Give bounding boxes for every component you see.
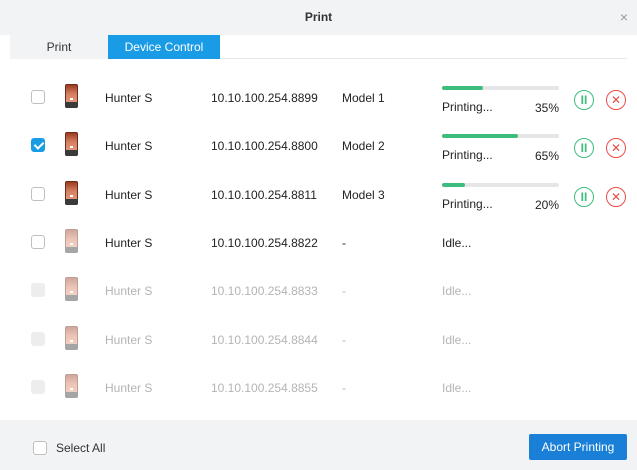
device-name: Hunter S bbox=[105, 188, 153, 202]
printer-device-icon bbox=[65, 181, 78, 205]
device-row[interactable]: Hunter S 10.10.100.254.8833 - Idle... bbox=[0, 267, 637, 315]
tab-bar: Print Device Control bbox=[10, 35, 627, 59]
device-ip: 10.10.100.254.8899 bbox=[211, 91, 318, 105]
select-all-checkbox[interactable] bbox=[33, 441, 47, 455]
device-checkbox[interactable] bbox=[31, 187, 45, 201]
device-model: - bbox=[342, 284, 346, 298]
device-model: - bbox=[342, 381, 346, 395]
progress-fill bbox=[442, 86, 483, 90]
device-name: Hunter S bbox=[105, 381, 153, 395]
title-bar: Print × bbox=[0, 0, 637, 35]
pause-icon[interactable]: II bbox=[574, 187, 594, 207]
tab-print[interactable]: Print bbox=[10, 35, 108, 59]
stop-icon[interactable]: ✕ bbox=[606, 187, 626, 207]
progress-percent: 20% bbox=[534, 198, 559, 212]
printer-device-icon bbox=[65, 277, 78, 301]
device-checkbox bbox=[31, 283, 45, 297]
printer-device-icon bbox=[65, 374, 78, 398]
device-name: Hunter S bbox=[105, 284, 153, 298]
device-status: Idle... bbox=[442, 284, 472, 298]
device-name: Hunter S bbox=[105, 91, 153, 105]
progress-fill bbox=[442, 134, 519, 138]
device-model: - bbox=[342, 236, 346, 250]
device-status: Idle... bbox=[442, 381, 472, 395]
progress-fill bbox=[442, 183, 466, 187]
pause-icon[interactable]: II bbox=[574, 138, 594, 158]
progress-percent: 65% bbox=[534, 149, 559, 163]
device-name: Hunter S bbox=[105, 333, 153, 347]
device-model: Model 3 bbox=[342, 188, 385, 202]
device-ip: 10.10.100.254.8822 bbox=[211, 236, 318, 250]
abort-printing-button[interactable]: Abort Printing bbox=[529, 434, 627, 460]
device-status: Printing... bbox=[442, 197, 493, 211]
printer-device-icon bbox=[65, 84, 78, 108]
device-checkbox[interactable] bbox=[31, 235, 45, 249]
device-row[interactable]: Hunter S 10.10.100.254.8855 - Idle... bbox=[0, 364, 637, 412]
device-row[interactable]: Hunter S 10.10.100.254.8899 Model 1 Printin… bbox=[0, 74, 637, 122]
tab-device-control[interactable]: Device Control bbox=[108, 35, 220, 59]
close-icon[interactable]: × bbox=[617, 10, 631, 24]
device-ip: 10.10.100.254.8811 bbox=[211, 188, 317, 202]
stop-icon[interactable]: ✕ bbox=[606, 138, 626, 158]
device-row[interactable]: Hunter S 10.10.100.254.8811 Model 3 Printin… bbox=[0, 171, 637, 219]
progress-bar bbox=[442, 183, 559, 187]
select-all-label: Select All bbox=[56, 441, 106, 455]
pause-icon[interactable]: II bbox=[574, 90, 594, 110]
device-status: Idle... bbox=[442, 236, 472, 250]
device-checkbox bbox=[31, 332, 45, 346]
device-ip: 10.10.100.254.8855 bbox=[211, 381, 318, 395]
progress-bar bbox=[442, 86, 559, 90]
device-checkbox[interactable] bbox=[31, 90, 45, 104]
device-name: Hunter S bbox=[105, 139, 153, 153]
printer-device-icon bbox=[65, 229, 78, 253]
device-name: Hunter S bbox=[105, 236, 153, 250]
progress-bar bbox=[442, 134, 559, 138]
stop-icon[interactable]: ✕ bbox=[606, 90, 626, 110]
device-row[interactable]: Hunter S 10.10.100.254.8800 Model 2 Printin… bbox=[0, 122, 637, 170]
footer-bar: Select All Abort Printing bbox=[0, 420, 637, 470]
printer-device-icon bbox=[65, 132, 78, 156]
device-checkbox bbox=[31, 380, 45, 394]
device-row[interactable]: Hunter S 10.10.100.254.8844 - Idle... bbox=[0, 316, 637, 364]
progress-percent: 35% bbox=[534, 101, 559, 115]
device-ip: 10.10.100.254.8833 bbox=[211, 284, 318, 298]
device-model: Model 1 bbox=[342, 91, 385, 105]
device-status: Idle... bbox=[442, 333, 472, 347]
device-model: Model 2 bbox=[342, 139, 385, 153]
device-model: - bbox=[342, 333, 346, 347]
device-status: Printing... bbox=[442, 100, 493, 114]
device-checkbox[interactable] bbox=[31, 138, 45, 152]
printer-device-icon bbox=[65, 326, 78, 350]
device-ip: 10.10.100.254.8800 bbox=[211, 139, 318, 153]
device-ip: 10.10.100.254.8844 bbox=[211, 333, 318, 347]
window-title: Print bbox=[304, 10, 333, 24]
device-status: Printing... bbox=[442, 148, 493, 162]
device-row[interactable]: Hunter S 10.10.100.254.8822 - Idle... bbox=[0, 219, 637, 267]
